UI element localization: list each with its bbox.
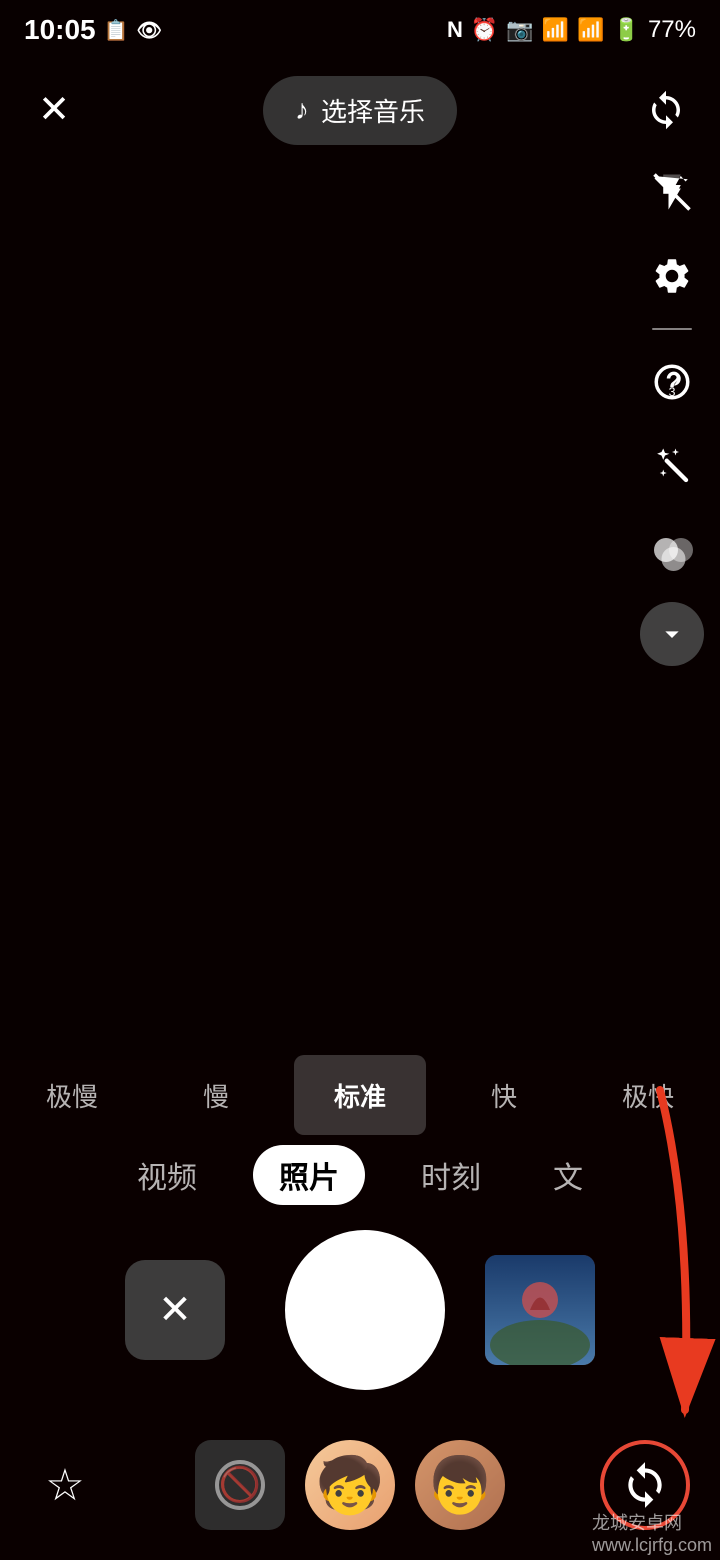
- right-toolbar: 3: [640, 160, 704, 666]
- beauty-button[interactable]: [640, 434, 704, 498]
- sim-icon: 📋: [104, 18, 129, 43]
- tab-photo[interactable]: 照片: [253, 1145, 365, 1205]
- filter-items: 🚫 🧒 👦: [195, 1440, 505, 1530]
- status-time: 10:05: [24, 14, 96, 46]
- gallery-thumbnail[interactable]: [485, 1255, 595, 1365]
- camera-controls: ✕: [0, 1210, 720, 1410]
- cancel-icon: ✕: [158, 1287, 192, 1333]
- battery-icon: 🔋: [613, 17, 640, 43]
- shutter-button[interactable]: [285, 1230, 445, 1390]
- flip-camera-button[interactable]: [636, 80, 696, 140]
- wifi-icon: 📶: [542, 17, 569, 43]
- color-filter-button[interactable]: [640, 518, 704, 582]
- music-select-label: 选择音乐: [321, 92, 425, 129]
- toolbar-divider: [652, 328, 692, 330]
- face-emoji-2: 👦: [426, 1453, 494, 1518]
- speed-fast[interactable]: 快: [438, 1055, 570, 1135]
- tab-video[interactable]: 视频: [121, 1145, 213, 1205]
- battery-percent: 77%: [648, 16, 696, 44]
- filter-face-2[interactable]: 👦: [415, 1440, 505, 1530]
- speed-slow[interactable]: 慢: [150, 1055, 282, 1135]
- no-filter-icon: 🚫: [215, 1460, 265, 1510]
- chevron-down-icon: [656, 618, 688, 650]
- timer-button[interactable]: 3: [640, 350, 704, 414]
- camera-status-icon: 📷: [506, 17, 533, 43]
- mode-tabs: 视频 照片 时刻 文: [0, 1140, 720, 1210]
- status-right-icons: N ⏰ 📷 📶 📶 🔋 77%: [447, 16, 696, 44]
- speed-standard[interactable]: 标准: [294, 1055, 426, 1135]
- face-emoji-1: 🧒: [316, 1453, 384, 1518]
- flip-camera-icon: [645, 89, 687, 131]
- flash-off-icon: [651, 171, 693, 213]
- alarm-icon: ⏰: [471, 17, 498, 43]
- cancel-button[interactable]: ✕: [125, 1260, 225, 1360]
- flash-button[interactable]: [640, 160, 704, 224]
- gear-icon: [651, 255, 693, 297]
- speed-selector: 极慢 慢 标准 快 极快: [0, 1050, 720, 1140]
- watermark: 龙城安卓网 www.lcjrfg.com: [592, 1509, 712, 1556]
- color-circles-icon: [651, 529, 693, 571]
- timer-icon: 3: [651, 361, 693, 403]
- no-filter-button[interactable]: 🚫: [195, 1440, 285, 1530]
- eye-icon: 👁: [137, 18, 162, 43]
- close-button[interactable]: ✕: [24, 80, 84, 140]
- star-icon: ☆: [45, 1460, 84, 1511]
- music-select-button[interactable]: ♪ 选择音乐: [263, 76, 457, 145]
- svg-text:3: 3: [669, 385, 676, 399]
- settings-button[interactable]: [640, 244, 704, 308]
- sparkle-wand-icon: [651, 445, 693, 487]
- speed-ultra-slow[interactable]: 极慢: [6, 1055, 138, 1135]
- tab-moment[interactable]: 时刻: [405, 1145, 497, 1205]
- top-bar: ✕ ♪ 选择音乐: [0, 60, 720, 160]
- filter-face-1[interactable]: 🧒: [305, 1440, 395, 1530]
- gallery-thumb-image: [485, 1255, 595, 1365]
- speed-ultra-fast[interactable]: 极快: [582, 1055, 714, 1135]
- favorites-button[interactable]: ☆: [30, 1450, 100, 1520]
- expand-tools-button[interactable]: [640, 602, 704, 666]
- nfc-icon: N: [447, 17, 463, 43]
- music-note-icon: ♪: [295, 94, 309, 126]
- status-bar: 10:05 📋 👁 N ⏰ 📷 📶 📶 🔋 77%: [0, 0, 720, 60]
- close-icon: ✕: [38, 91, 70, 129]
- signal-icon: 📶: [577, 17, 604, 43]
- tab-text[interactable]: 文: [537, 1145, 599, 1205]
- refresh-filter-icon: [620, 1460, 670, 1510]
